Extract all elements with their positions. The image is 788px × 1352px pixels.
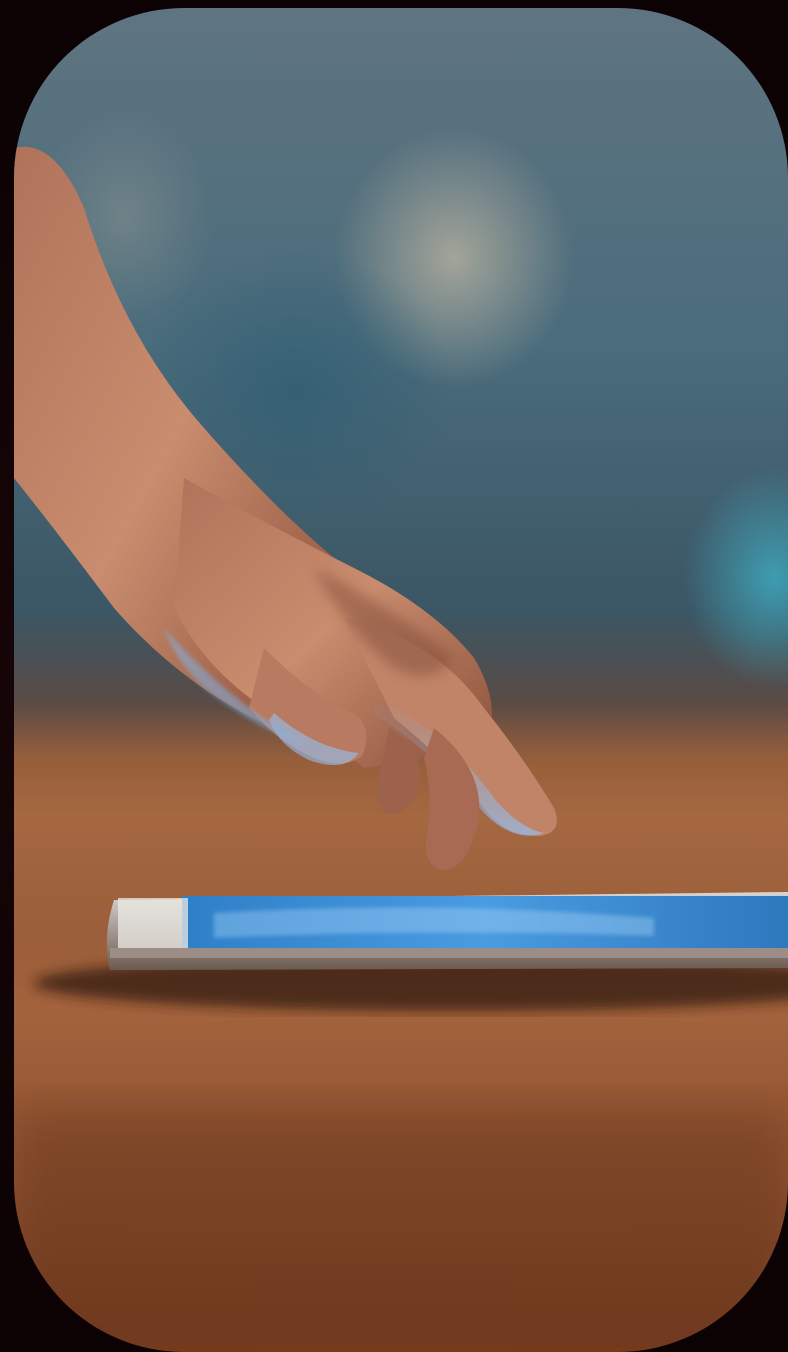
smartphone <box>106 892 788 970</box>
phone-bottom-edge <box>110 948 788 958</box>
photo-illustration <box>14 8 788 1352</box>
table-lower-shade <box>14 1108 788 1352</box>
photo-frame <box>14 8 788 1352</box>
phone-edge-highlight <box>118 898 188 950</box>
